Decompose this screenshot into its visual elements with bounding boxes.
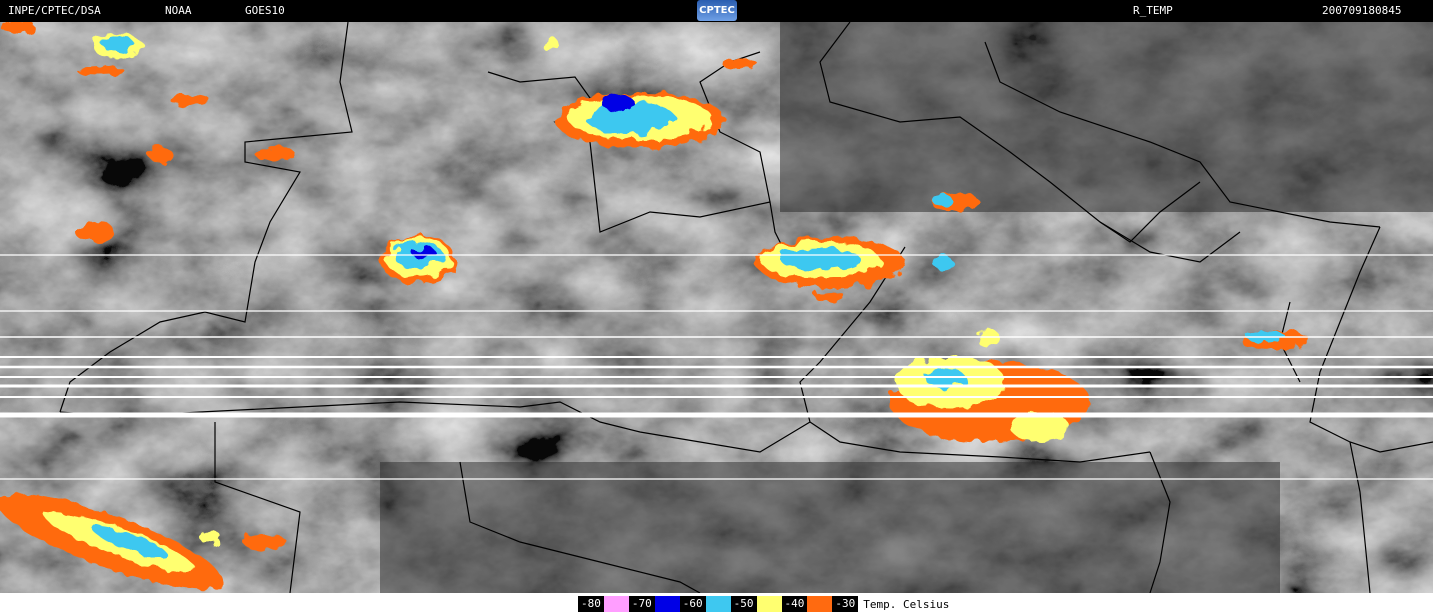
- legend-title: Temp. Celsius: [863, 597, 950, 611]
- cell-north: [555, 92, 725, 148]
- legend-swatch: [756, 596, 782, 612]
- legend-label: -30: [832, 596, 859, 612]
- cell-west: [380, 236, 456, 284]
- legend-label: -50: [730, 596, 757, 612]
- institution-label: INPE/CPTEC/DSA: [8, 4, 101, 17]
- timestamp-label: 200709180845: [1322, 4, 1402, 17]
- legend-swatch: [603, 596, 629, 612]
- legend-label: -60: [679, 596, 706, 612]
- satellite-label: GOES10: [245, 4, 285, 17]
- legend-label: -80: [578, 596, 604, 612]
- header-bar: INPE/CPTEC/DSA NOAA GOES10 CPTEC R_TEMP …: [0, 0, 1433, 22]
- legend-swatch: [654, 596, 680, 612]
- satellite-image: [0, 22, 1433, 593]
- agency-label: NOAA: [165, 4, 192, 17]
- cptec-logo: CPTEC: [697, 0, 737, 21]
- legend-label: -70: [628, 596, 655, 612]
- legend-swatch: [807, 596, 833, 612]
- temperature-legend: -80 -70 -60 -50 -40 -30 Temp. Celsius: [578, 596, 949, 612]
- product-label: R_TEMP: [1133, 4, 1173, 17]
- legend-label: -40: [781, 596, 808, 612]
- legend-swatch: [705, 596, 731, 612]
